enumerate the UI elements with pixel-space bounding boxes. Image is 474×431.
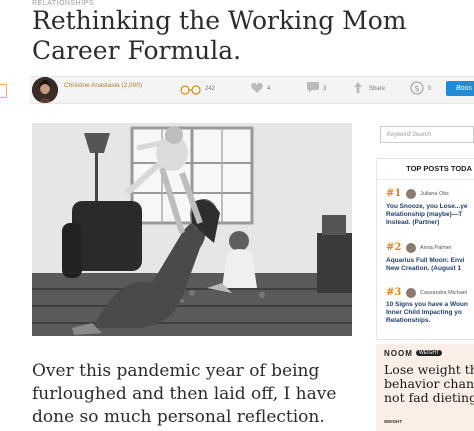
noom-badge: WEIGHT	[416, 350, 442, 356]
article-title: Rethinking the Working Mom Career Formul…	[32, 6, 407, 65]
ad-text-line[interactable]: Lose weight thr	[384, 363, 474, 377]
author-avatar-small[interactable]	[406, 243, 416, 253]
post-title-line[interactable]: Relationship (maybe)—T	[386, 211, 474, 219]
share-label[interactable]: Share	[369, 86, 385, 92]
article-hero-image	[32, 123, 352, 336]
author-avatar-small[interactable]	[406, 189, 416, 199]
post-title-line[interactable]: New Creation. (August 1	[386, 265, 474, 273]
post-rank: #3	[386, 287, 402, 298]
top-posts-heading: TOP POSTS TODA	[376, 158, 474, 180]
author-avatar[interactable]	[32, 77, 58, 103]
reads-count: 242	[205, 86, 216, 92]
post-title-line[interactable]: Instead. (Partner)	[386, 219, 474, 227]
article-body-intro: Over this pandemic year of being furloug…	[32, 361, 337, 427]
glasses-icon	[180, 82, 202, 100]
post-author[interactable]: Anna Palmer	[420, 245, 452, 251]
noom-logo: NOOM	[384, 349, 413, 358]
post-author[interactable]: Cassandra Michael	[420, 290, 467, 296]
post-title-line[interactable]: Aquarius Full Moon: Envi	[386, 257, 474, 265]
post-rank: #2	[386, 242, 402, 253]
keyword-search-input[interactable]: Keyword Search	[380, 126, 474, 143]
ad-text-line[interactable]: not fad dieting.	[384, 391, 474, 405]
ad-text-line[interactable]: behavior chang	[384, 377, 474, 391]
dollar-icon[interactable]: $	[410, 81, 424, 100]
heart-icon[interactable]	[250, 81, 264, 100]
post-title-line[interactable]: You Snooze, you Lose...ye	[386, 203, 474, 211]
comment-count: 3	[323, 86, 327, 92]
share-icon[interactable]	[352, 81, 364, 100]
post-author[interactable]: Juliana Otis	[420, 191, 449, 197]
post-title-line[interactable]: Relationships.	[386, 317, 474, 325]
ad-footer-label: WEIGHT	[384, 419, 402, 424]
comment-icon[interactable]	[306, 81, 320, 99]
left-edge-tab[interactable]	[0, 84, 7, 98]
author-avatar-small[interactable]	[406, 288, 416, 298]
heart-count: 4	[267, 86, 271, 92]
score-count: 0	[428, 86, 432, 92]
post-rank: #1	[386, 188, 402, 199]
svg-text:$: $	[414, 84, 419, 93]
boost-button[interactable]: Boos	[446, 81, 474, 96]
author-name-link[interactable]: Christine Anastasia (2,000)	[64, 82, 142, 89]
post-title-line[interactable]: Inner Child Impacting yo	[386, 309, 474, 317]
avatar-portrait	[32, 77, 58, 103]
post-title-line[interactable]: 10 Signs you have a Woun	[386, 301, 474, 309]
